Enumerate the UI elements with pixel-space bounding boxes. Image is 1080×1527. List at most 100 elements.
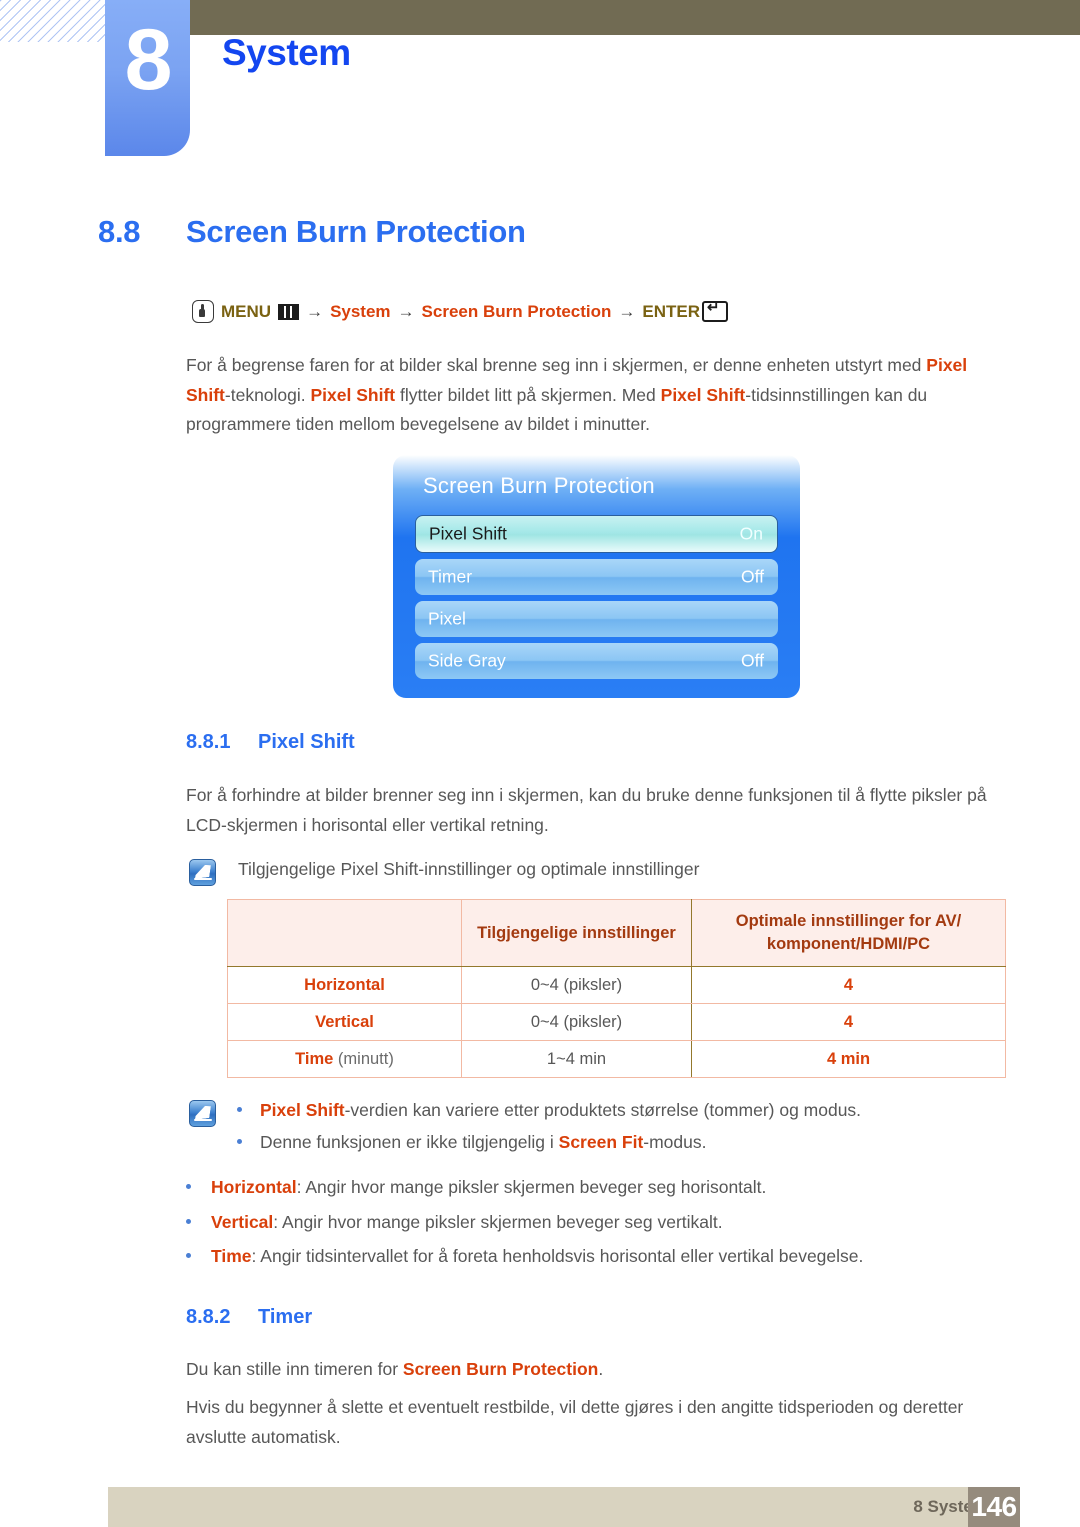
osd-item-pixel[interactable]: Pixel	[415, 601, 778, 637]
timer-paragraph-2: Hvis du begynner å slette et eventuelt r…	[186, 1393, 1006, 1452]
breadcrumb-arrow-3: →	[618, 301, 636, 321]
osd-item-label: Side Gray	[428, 650, 506, 671]
bullet-dot-icon	[186, 1184, 191, 1190]
osd-item-label: Timer	[428, 566, 473, 587]
chapter-number: 8	[124, 12, 173, 108]
subsection-title: Pixel Shift	[258, 731, 355, 753]
note-text-2b: -modus.	[643, 1132, 707, 1152]
definition-list-item-horizontal: Horizontal: Angir hvor mange piksler skj…	[186, 1173, 766, 1202]
osd-panel-title: Screen Burn Protection	[423, 473, 655, 498]
subsection-heading-timer: 8.8.2 Timer	[186, 1306, 312, 1329]
table-cell-optimal: 4	[691, 1003, 1006, 1041]
table-cell-label: Horizontal	[227, 966, 462, 1004]
table-row: Vertical 0~4 (piksler) 4	[227, 1003, 1006, 1041]
intro-text-4: -tidsinnstillingen kan du	[745, 384, 928, 405]
table-cell-optimal: 4	[691, 966, 1006, 1004]
osd-item-pixel-shift[interactable]: Pixel Shift On	[415, 515, 778, 553]
note-text-2a: Denne funksjonen er ikke tilgjengelig i	[260, 1132, 559, 1152]
definition-term: Vertical	[211, 1212, 274, 1232]
osd-item-timer[interactable]: Timer Off	[415, 559, 778, 595]
bullet-dot-icon	[237, 1107, 242, 1113]
footer-bar	[108, 1487, 1020, 1527]
note-quill-icon	[189, 859, 216, 886]
subsection-number: 8.8.2	[186, 1306, 231, 1328]
menu-bars-icon	[278, 303, 300, 320]
table-row: Horizontal 0~4 (piksler) 4	[227, 966, 1006, 1004]
section-title: Screen Burn Protection	[186, 214, 526, 249]
breadcrumb-item-system: System	[330, 301, 391, 321]
definition-list-item-vertical: Vertical: Angir hvor mange piksler skjer…	[186, 1208, 723, 1237]
pixel-shift-para-line-2: LCD-skjermen i horisontal eller vertikal…	[186, 814, 549, 835]
table-header-optimal-line1: Optimale innstillinger for AV/	[735, 912, 962, 930]
page-title: 8.8 Screen Burn Protection	[98, 214, 526, 250]
table-cell-label: Time (minutt)	[227, 1040, 462, 1078]
table-header-available: Tilgjengelige innstillinger	[461, 899, 692, 967]
section-number: 8.8	[98, 214, 141, 249]
settings-table: Tilgjengelige innstillinger Optimale inn…	[227, 899, 1006, 1078]
note-quill-icon	[189, 1100, 216, 1127]
table-header-row: Tilgjengelige innstillinger Optimale inn…	[227, 899, 1006, 967]
osd-item-label: Pixel Shift	[429, 523, 507, 544]
definition-text: : Angir hvor mange piksler skjermen beve…	[296, 1177, 767, 1197]
breadcrumb-menu-label: MENU	[221, 301, 272, 321]
definition-list-item-time: Time: Angir tidsintervallet for å foreta…	[186, 1242, 863, 1271]
pixel-shift-paragraph: For å forhindre at bilder brenner seg in…	[186, 781, 1006, 840]
intro-paragraph: For å begrense faren for at bilder skal …	[186, 351, 986, 440]
corner-hatch-decoration	[0, 0, 108, 42]
osd-item-label: Pixel	[428, 608, 466, 629]
header-olive-bar	[190, 0, 1080, 35]
note-keyword-screen-fit: Screen Fit	[558, 1132, 644, 1152]
breadcrumb-arrow-2: →	[397, 301, 415, 321]
breadcrumb-enter-label: ENTER	[642, 301, 701, 321]
enter-key-icon	[702, 299, 729, 322]
bullet-dot-icon	[186, 1253, 191, 1259]
chapter-title: System	[222, 32, 351, 73]
subsection-heading-pixel-shift: 8.8.1 Pixel Shift	[186, 731, 355, 754]
subsection-number: 8.8.1	[186, 731, 231, 753]
osd-item-value: Off	[740, 650, 764, 671]
bullet-dot-icon	[237, 1139, 242, 1145]
intro-text-1: For å begrense faren for at bilder skal …	[186, 355, 927, 375]
table-header-empty	[227, 899, 462, 967]
osd-item-side-gray[interactable]: Side Gray Off	[415, 643, 778, 679]
hand-press-icon	[192, 300, 214, 323]
timer-para1-text-a: Du kan stille inn timeren for	[186, 1359, 403, 1379]
footer-page-number: 146	[968, 1487, 1020, 1527]
subsection-title: Timer	[258, 1306, 313, 1328]
bullet-dot-icon	[186, 1219, 191, 1225]
note-keyword-pixel-shift: Pixel Shift	[260, 1100, 345, 1120]
intro-text-2: -teknologi.	[224, 384, 311, 405]
table-cell-available: 0~4 (piksler)	[461, 1003, 692, 1041]
osd-menu-list: Pixel Shift On Timer Off Pixel Side Gray…	[415, 515, 778, 685]
timer-para1-text-b: .	[598, 1359, 604, 1379]
note-text-1: -verdien kan variere etter produktets st…	[344, 1100, 862, 1120]
timer-para1-keyword: Screen Burn Protection	[402, 1359, 599, 1379]
note-list-item: Pixel Shift-verdien kan variere etter pr…	[237, 1096, 861, 1125]
osd-item-value: Off	[740, 566, 764, 587]
table-cell-optimal: 4 min	[691, 1040, 1006, 1078]
intro-keyword-pixelshift-1: Pixel Shift	[310, 384, 396, 405]
pixel-shift-para-line-1: For å forhindre at bilder brenner seg in…	[186, 785, 987, 805]
intro-keyword-pixel: Pixel	[926, 355, 968, 375]
table-cell-available: 1~4 min	[461, 1040, 692, 1078]
table-header-optimal-line2: komponent/HDMI/PC	[766, 935, 931, 953]
timer-paragraph-1: Du kan stille inn timeren for Screen Bur…	[186, 1355, 1006, 1385]
definition-term: Horizontal	[211, 1177, 297, 1197]
intro-keyword-pixelshift-2: Pixel Shift	[660, 384, 746, 405]
definition-text: : Angir hvor mange piksler skjermen beve…	[273, 1212, 723, 1232]
intro-text-3: flytter bildet litt på skjermen. Med	[395, 384, 661, 405]
table-cell-label-unit: (minutt)	[333, 1049, 394, 1068]
intro-keyword-shift: Shift	[186, 384, 225, 405]
table-cell-label: Vertical	[227, 1003, 462, 1041]
osd-item-value: On	[739, 523, 763, 544]
table-row: Time (minutt) 1~4 min 4 min	[227, 1040, 1006, 1078]
osd-panel: Screen Burn Protection Pixel Shift On Ti…	[393, 455, 800, 698]
note-list-item: Denne funksjonen er ikke tilgjengelig i …	[237, 1128, 707, 1157]
breadcrumb-arrow-1: →	[306, 301, 324, 321]
timer-para2-line-1: Hvis du begynner å slette et eventuelt r…	[186, 1397, 964, 1417]
intro-text-5: programmere tiden mellom bevegelsene av …	[186, 414, 650, 434]
breadcrumb: MENU → System → Screen Burn Protection →…	[192, 299, 729, 323]
table-cell-available: 0~4 (piksler)	[461, 966, 692, 1004]
definition-text: : Angir tidsintervallet for å foreta hen…	[251, 1246, 864, 1266]
table-cell-label-term: Time	[295, 1049, 334, 1068]
